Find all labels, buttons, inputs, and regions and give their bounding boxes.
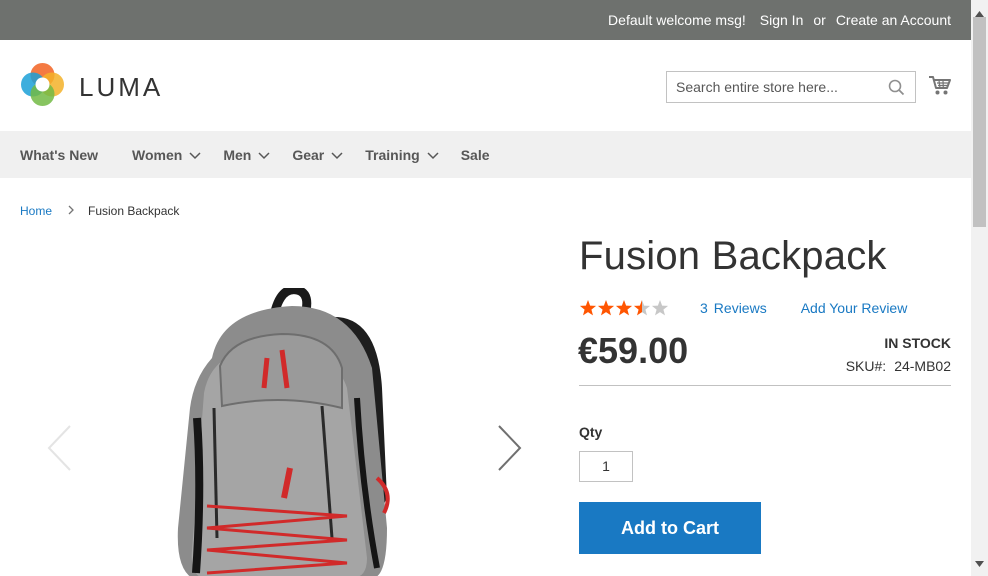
product-title: Fusion Backpack xyxy=(579,234,887,278)
scrollbar-thumb[interactable] xyxy=(973,17,986,227)
sku-label: SKU#: xyxy=(845,358,887,374)
search-icon[interactable] xyxy=(888,79,905,101)
star-icon xyxy=(651,300,669,316)
nav-item-label: Women xyxy=(132,146,183,163)
stock-status: In stock xyxy=(884,335,951,351)
sku-value: 24-MB02 xyxy=(894,358,951,374)
nav-item-label: What's New xyxy=(20,146,99,163)
breadcrumb: Home Fusion Backpack xyxy=(20,204,179,218)
sign-in-link[interactable]: Sign In xyxy=(760,12,804,28)
header-links: Default welcome msg! Sign In or Create a… xyxy=(608,0,951,40)
nav-item-gear[interactable]: Gear xyxy=(292,146,343,163)
logo-text: LUMA xyxy=(79,71,164,102)
search-input[interactable] xyxy=(667,72,877,102)
rating-stars xyxy=(579,299,669,317)
main-navigation: What's New Women Men Gear Training Sale xyxy=(0,131,971,178)
breadcrumb-home-link[interactable]: Home xyxy=(20,204,52,218)
search-box xyxy=(666,71,916,103)
product-image xyxy=(172,285,412,576)
top-panel: Default welcome msg! Sign In or Create a… xyxy=(0,0,971,40)
star-icon xyxy=(579,300,597,316)
divider xyxy=(579,385,951,386)
nav-item-men[interactable]: Men xyxy=(223,146,270,163)
welcome-message: Default welcome msg! xyxy=(608,12,746,28)
create-account-link[interactable]: Create an Account xyxy=(836,12,951,28)
chevron-down-icon xyxy=(258,147,270,163)
star-icon xyxy=(615,300,633,316)
product-price: €59.00 xyxy=(578,330,689,371)
gallery-next-arrow-icon[interactable] xyxy=(497,424,523,477)
scrollbar[interactable] xyxy=(971,0,988,576)
reviews-actions: 3 Reviews Add Your Review xyxy=(700,300,907,316)
qty-input[interactable]: 1 xyxy=(579,451,633,482)
nav-item-label: Sale xyxy=(460,146,490,163)
nav-item-training[interactable]: Training xyxy=(365,146,439,163)
nav-item-whats-new[interactable]: What's New xyxy=(20,147,98,163)
reviews-count: 3 xyxy=(700,300,708,316)
logo-link[interactable]: LUMA xyxy=(20,62,163,112)
gallery-prev-arrow-icon[interactable] xyxy=(46,424,72,477)
nav-item-label: Gear xyxy=(292,146,325,163)
chevron-down-icon xyxy=(189,147,201,163)
star-icon xyxy=(633,300,651,316)
reviews-label: Reviews xyxy=(713,300,767,316)
luma-logo-icon xyxy=(20,62,65,112)
reviews-link[interactable]: 3 Reviews xyxy=(700,300,767,316)
qty-label: Qty xyxy=(579,424,603,440)
nav-item-label: Training xyxy=(365,146,420,163)
chevron-down-icon xyxy=(427,147,439,163)
chevron-down-icon xyxy=(331,147,343,163)
nav-item-women[interactable]: Women xyxy=(132,146,201,163)
page-header: LUMA xyxy=(0,40,971,131)
add-review-link[interactable]: Add Your Review xyxy=(801,300,908,316)
star-icon xyxy=(597,300,615,316)
nav-item-sale[interactable]: Sale xyxy=(461,147,490,163)
chevron-right-icon xyxy=(68,204,74,218)
nav-item-label: Men xyxy=(223,146,252,163)
breadcrumb-current: Fusion Backpack xyxy=(88,204,180,218)
add-to-cart-button[interactable]: Add to Cart xyxy=(579,502,761,554)
cart-icon[interactable] xyxy=(929,75,951,101)
or-separator: or xyxy=(813,12,826,28)
product-gallery xyxy=(20,240,550,576)
product-sku: SKU#: 24-MB02 xyxy=(846,358,951,374)
scroll-down-arrow-icon[interactable] xyxy=(975,554,984,572)
